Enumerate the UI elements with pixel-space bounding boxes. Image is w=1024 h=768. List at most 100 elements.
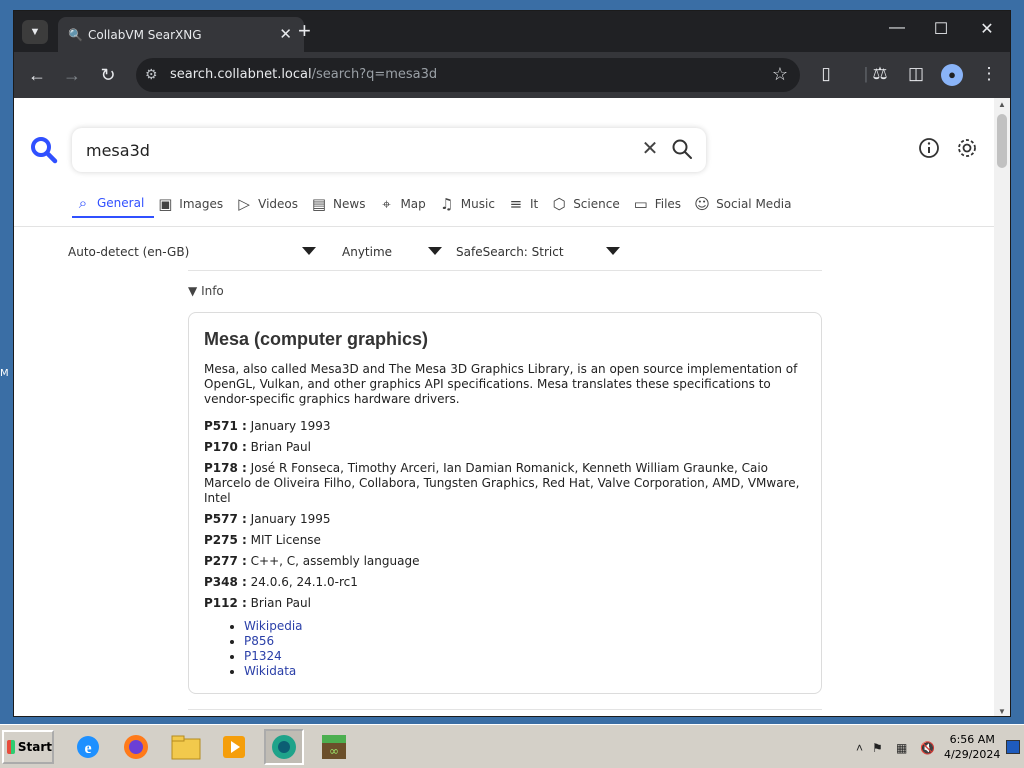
url-path: /search?q=mesa3d — [311, 67, 438, 82]
category-tab-videos[interactable]: ▷ Videos — [233, 190, 308, 218]
infobox-link-item: P856 — [244, 634, 806, 649]
browser-toolbar: ← → ↻ ⚙ search.collabnet.local/search?q=… — [14, 52, 1010, 98]
infobox-attribute: P277 : C++, C, assembly language — [204, 554, 806, 569]
infobox-link-item: P1324 — [244, 649, 806, 664]
category-tab-files[interactable]: ▭ Files — [630, 190, 691, 218]
inbox-icon: ▭ — [633, 195, 648, 213]
infobox-link[interactable]: Wikipedia — [244, 619, 303, 633]
svg-text:∞: ∞ — [329, 744, 339, 758]
file-explorer-icon[interactable] — [166, 729, 206, 765]
tab-close-icon[interactable]: ✕ — [279, 25, 292, 43]
profile-avatar-icon[interactable]: ● — [941, 64, 963, 86]
media-player-icon[interactable] — [214, 729, 254, 765]
maximize-button[interactable]: ☐ — [926, 19, 956, 39]
reload-button[interactable]: ↻ — [96, 63, 120, 87]
address-bar[interactable]: ⚙ search.collabnet.local/search?q=mesa3d… — [136, 58, 800, 92]
minimize-button[interactable]: — — [882, 19, 912, 37]
category-tab-news[interactable]: ▤ News — [308, 190, 375, 218]
extensions-icon[interactable]: ▯ — [814, 64, 838, 84]
url-text[interactable]: search.collabnet.local/search?q=mesa3d — [170, 67, 437, 82]
close-window-button[interactable]: ✕ — [972, 19, 1002, 39]
bookmark-star-icon[interactable]: ☆ — [772, 64, 788, 85]
infobox-attribute: P170 : Brian Paul — [204, 440, 806, 455]
clock[interactable]: 6:56 AM 4/29/2024 — [944, 732, 1000, 762]
firefox-icon[interactable] — [116, 729, 156, 765]
new-tab-button[interactable]: + — [298, 19, 311, 43]
menu-kebab-icon[interactable]: ⋮ — [977, 64, 1001, 84]
music-icon: ♫ — [440, 195, 454, 213]
category-tab-map[interactable]: ⌖ Map — [375, 190, 435, 218]
labs-flask-icon[interactable]: ⚖ — [868, 64, 892, 84]
results-divider — [188, 709, 822, 710]
search-submit-icon[interactable] — [670, 137, 694, 161]
start-button[interactable]: Start — [2, 730, 54, 764]
infobox-link-item: Wikidata — [244, 664, 806, 679]
scrollbar-thumb[interactable] — [997, 114, 1007, 168]
clear-search-button[interactable]: ✕ — [638, 137, 662, 161]
infobox-toggle-label: Info — [201, 284, 224, 298]
infobox-link[interactable]: P1324 — [244, 649, 282, 663]
infobox-attribute: P348 : 24.0.6, 24.1.0-rc1 — [204, 575, 806, 590]
caret-down-icon — [428, 247, 442, 255]
category-tab-science[interactable]: ⬡ Science — [548, 190, 630, 218]
tray-expand-icon[interactable]: ˄ — [856, 741, 863, 755]
browser-tab[interactable]: 🔍 CollabVM SearXNG ✕ — [58, 17, 304, 52]
system-tray: ˄ ⚑ ▦ 🔇 6:56 AM 4/29/2024 — [850, 727, 1022, 767]
infobox-attribute: P112 : Brian Paul — [204, 596, 806, 611]
people-icon: ☺ — [694, 195, 710, 213]
category-tab-label: It — [529, 197, 539, 211]
tab-title: CollabVM SearXNG — [88, 28, 202, 42]
forward-button[interactable]: → — [60, 63, 84, 87]
attribute-key: P170 : — [204, 440, 247, 454]
category-tab-label: Music — [460, 197, 495, 211]
start-label: Start — [17, 740, 52, 754]
category-tabs: ⌕ General ▣ Images ▷ Videos ▤ News ⌖ Map ♫ Music ≡ It… — [72, 190, 802, 220]
scroll-up-arrow-icon[interactable]: ▲ — [998, 100, 1006, 109]
back-button[interactable]: ← — [25, 63, 49, 87]
infobox-link[interactable]: Wikidata — [244, 664, 296, 678]
network-icon[interactable]: ▦ — [896, 741, 907, 755]
attribute-value: Brian Paul — [250, 596, 311, 610]
minetest-icon[interactable]: ∞ — [314, 729, 354, 765]
action-center-flag-icon[interactable]: ⚑ — [872, 741, 883, 755]
internet-explorer-icon[interactable]: e — [68, 729, 108, 765]
triangle-down-icon: ▼ — [188, 284, 198, 298]
category-tab-label: News — [333, 197, 366, 211]
site-info-icon[interactable]: ⚙ — [145, 66, 158, 83]
clock-time: 6:56 AM — [949, 733, 995, 746]
safesearch-select[interactable]: SafeSearch: Strict — [456, 240, 622, 264]
language-select[interactable]: Auto-detect (en-GB) — [68, 240, 318, 264]
search-input[interactable] — [86, 138, 626, 162]
gear-icon[interactable] — [956, 137, 978, 159]
infobox-link[interactable]: P856 — [244, 634, 274, 648]
category-tab-social-media[interactable]: ☺ Social Media — [691, 190, 801, 218]
category-tab-it[interactable]: ≡ It — [505, 190, 548, 218]
page-scrollbar[interactable]: ▲ ▼ — [994, 98, 1010, 716]
chevron-down-icon: ▼ — [29, 26, 41, 38]
scroll-down-arrow-icon[interactable]: ▼ — [998, 707, 1006, 716]
category-tab-general[interactable]: ⌕ General — [72, 190, 155, 218]
tab-search-button[interactable]: ▼ — [22, 20, 48, 44]
show-desktop-icon[interactable] — [1006, 740, 1020, 754]
search-box: ✕ — [72, 128, 706, 172]
category-tab-label: Map — [400, 197, 426, 211]
infobox-toggle[interactable]: ▼ Info — [188, 284, 224, 298]
category-tab-images[interactable]: ▣ Images — [154, 190, 233, 218]
side-panel-icon[interactable]: ◫ — [904, 64, 928, 84]
svg-text:e: e — [84, 740, 91, 757]
play-icon: ▷ — [238, 195, 250, 213]
chrome-taskbar-icon[interactable] — [264, 729, 304, 765]
searxng-logo-icon[interactable] — [30, 136, 58, 164]
infobox-link-item: Wikipedia — [244, 619, 806, 634]
volume-muted-icon[interactable]: 🔇 — [920, 741, 935, 755]
browser-window: ▼ 🔍 CollabVM SearXNG ✕ + — ☐ ✕ ← → ↻ ⚙ s… — [13, 10, 1011, 717]
infobox-attribute: P571 : January 1993 — [204, 419, 806, 434]
time-range-select[interactable]: Anytime — [342, 240, 442, 264]
url-host: search.collabnet.local — [170, 67, 312, 82]
attribute-value: January 1993 — [250, 419, 331, 433]
page-content: ✕ ⌕ General ▣ Images ▷ Videos ▤ News ⌖ Map ♫ Music ≡… — [14, 98, 996, 716]
newspaper-icon: ▤ — [311, 195, 327, 213]
info-icon[interactable] — [918, 137, 940, 159]
category-tab-music[interactable]: ♫ Music — [436, 190, 505, 218]
attribute-key: P178 : — [204, 461, 247, 475]
